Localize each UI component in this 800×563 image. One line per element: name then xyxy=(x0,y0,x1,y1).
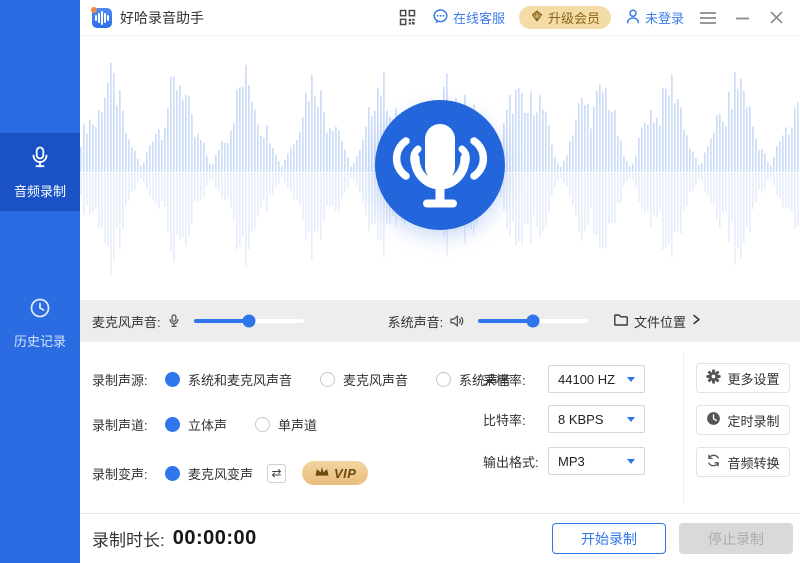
gear-icon xyxy=(706,369,722,387)
crown-icon xyxy=(314,464,330,482)
system-volume-slider-thumb[interactable] xyxy=(526,314,540,328)
more-settings-label: 更多设置 xyxy=(727,371,780,387)
radio-mono[interactable]: 单声道 xyxy=(255,415,317,434)
radio-dot xyxy=(165,371,180,387)
clock-icon xyxy=(27,295,53,324)
close-icon[interactable] xyxy=(766,8,786,28)
record-source-row: 录制声源: 系统和麦克风声音 麦克风声音 系统声音 xyxy=(92,364,539,394)
record-source-label: 录制声源: xyxy=(92,372,148,388)
app-logo-icon xyxy=(91,6,112,28)
titlebar: 好哈录音助手 在线客服 升级会员 未登录 xyxy=(80,0,800,36)
speaker-icon xyxy=(449,313,465,329)
sidebar-item-label: 音频录制 xyxy=(13,183,66,199)
radio-stereo[interactable]: 立体声 xyxy=(165,415,227,434)
online-support-link[interactable]: 在线客服 xyxy=(432,8,505,28)
swap-voice-button[interactable]: ⇄ xyxy=(267,463,287,483)
stop-record-button[interactable]: 停止录制 xyxy=(679,523,793,554)
mic-volume-slider[interactable] xyxy=(193,314,304,328)
upgrade-member-label: 升级会员 xyxy=(547,11,600,26)
record-mic-button[interactable] xyxy=(375,100,505,230)
login-label: 未登录 xyxy=(644,11,684,26)
microphone-icon xyxy=(27,145,53,174)
user-icon xyxy=(625,8,641,27)
sample-rate-select[interactable]: 44100 HZ xyxy=(548,365,645,393)
clock-filled-icon xyxy=(706,411,721,429)
duration-value: 00:00:00 xyxy=(172,527,257,549)
volume-bar: 麦克风声音: 系统声音: 文件位置 xyxy=(80,300,800,342)
more-settings-button[interactable]: 更多设置 xyxy=(696,363,790,393)
voice-change-row: 录制变声: 麦克风变声 ⇄ VIP xyxy=(92,458,369,488)
swap-arrows-icon: ⇄ xyxy=(271,466,282,480)
upgrade-member-button[interactable]: 升级会员 xyxy=(518,6,611,29)
audio-convert-label: 音频转换 xyxy=(727,455,780,471)
sample-rate-label: 采样率: xyxy=(483,372,526,388)
chat-bubble-icon xyxy=(432,8,449,28)
sidebar: 音频录制 历史记录 xyxy=(0,0,80,563)
record-channel-row: 录制声道: 立体声 单声道 xyxy=(92,409,345,439)
qr-code-icon[interactable] xyxy=(398,8,418,28)
vip-badge[interactable]: VIP xyxy=(302,461,369,485)
record-channel-label: 录制声道: xyxy=(92,417,148,433)
file-location-button[interactable]: 文件位置 xyxy=(613,312,702,331)
radio-system-and-mic[interactable]: 系统和麦克风声音 xyxy=(165,370,292,389)
app-title: 好哈录音助手 xyxy=(120,9,204,26)
main-area: 好哈录音助手 在线客服 升级会员 未登录 麦克风声音: 系统声音: 文件位置 录… xyxy=(80,0,800,563)
audio-convert-button[interactable]: 音频转换 xyxy=(696,447,790,477)
output-format-label: 输出格式: xyxy=(483,454,539,470)
settings-panel: 录制声源: 系统和麦克风声音 麦克风声音 系统声音 录制声道: 立体声 单声道 … xyxy=(80,342,800,513)
file-location-label: 文件位置 xyxy=(633,314,686,330)
radio-mic-voice-change[interactable]: 麦克风变声 xyxy=(165,464,253,483)
sample-rate-row: 采样率: 44100 HZ xyxy=(483,365,645,393)
app-window: 音频录制 历史记录 好哈录音助手 在线客服 升级会员 未登录 麦克风声音: 系统… xyxy=(0,0,800,563)
bit-rate-row: 比特率: 8 KBPS xyxy=(483,405,645,433)
menu-icon[interactable] xyxy=(698,8,718,28)
timed-record-button[interactable]: 定时录制 xyxy=(696,405,790,435)
radio-dot xyxy=(436,371,452,387)
sidebar-item-history[interactable]: 历史记录 xyxy=(0,283,80,361)
bit-rate-select[interactable]: 8 KBPS xyxy=(548,405,645,433)
gem-icon xyxy=(530,9,544,26)
radio-dot xyxy=(165,416,180,432)
bit-rate-value: 8 KBPS xyxy=(558,411,604,427)
mic-volume-slider-thumb[interactable] xyxy=(242,314,256,328)
sidebar-item-audio-record[interactable]: 音频录制 xyxy=(0,133,80,211)
minimize-icon[interactable] xyxy=(732,8,752,28)
radio-mic-only[interactable]: 麦克风声音 xyxy=(320,370,408,389)
output-format-row: 输出格式: MP3 xyxy=(483,447,645,475)
chevron-right-icon xyxy=(691,313,702,329)
system-volume-label: 系统声音: xyxy=(387,314,444,330)
folder-icon xyxy=(613,312,629,330)
login-link[interactable]: 未登录 xyxy=(625,8,684,27)
footer-bar: 录制时长: 00:00:00 开始录制 停止录制 xyxy=(80,513,800,563)
sidebar-item-label: 历史记录 xyxy=(13,333,66,349)
radio-dot xyxy=(320,371,336,387)
radio-dot xyxy=(255,416,271,432)
system-volume-slider[interactable] xyxy=(478,314,589,328)
radio-label: 立体声 xyxy=(188,417,228,433)
online-support-label: 在线客服 xyxy=(452,11,505,26)
mic-small-icon xyxy=(167,313,181,329)
bit-rate-label: 比特率: xyxy=(483,412,526,428)
radio-label: 系统和麦克风声音 xyxy=(188,372,293,388)
radio-label: 麦克风声音 xyxy=(343,372,409,388)
start-record-button[interactable]: 开始录制 xyxy=(552,523,666,554)
chevron-down-icon xyxy=(627,416,635,422)
mic-volume-label: 麦克风声音: xyxy=(92,314,161,330)
sample-rate-value: 44100 HZ xyxy=(558,371,616,387)
radio-label: 麦克风变声 xyxy=(188,466,254,482)
radio-label: 单声道 xyxy=(278,417,318,433)
radio-dot xyxy=(165,465,180,481)
convert-arrows-icon xyxy=(706,453,721,471)
output-format-value: MP3 xyxy=(558,453,585,469)
output-format-select[interactable]: MP3 xyxy=(548,447,645,475)
waveform-panel xyxy=(80,36,800,300)
chevron-down-icon xyxy=(627,376,635,382)
vip-label: VIP xyxy=(334,465,357,481)
settings-divider xyxy=(683,352,684,503)
duration-label: 录制时长: xyxy=(92,531,165,550)
voice-change-label: 录制变声: xyxy=(92,466,148,482)
chevron-down-icon xyxy=(627,458,635,464)
timed-record-label: 定时录制 xyxy=(727,413,780,429)
